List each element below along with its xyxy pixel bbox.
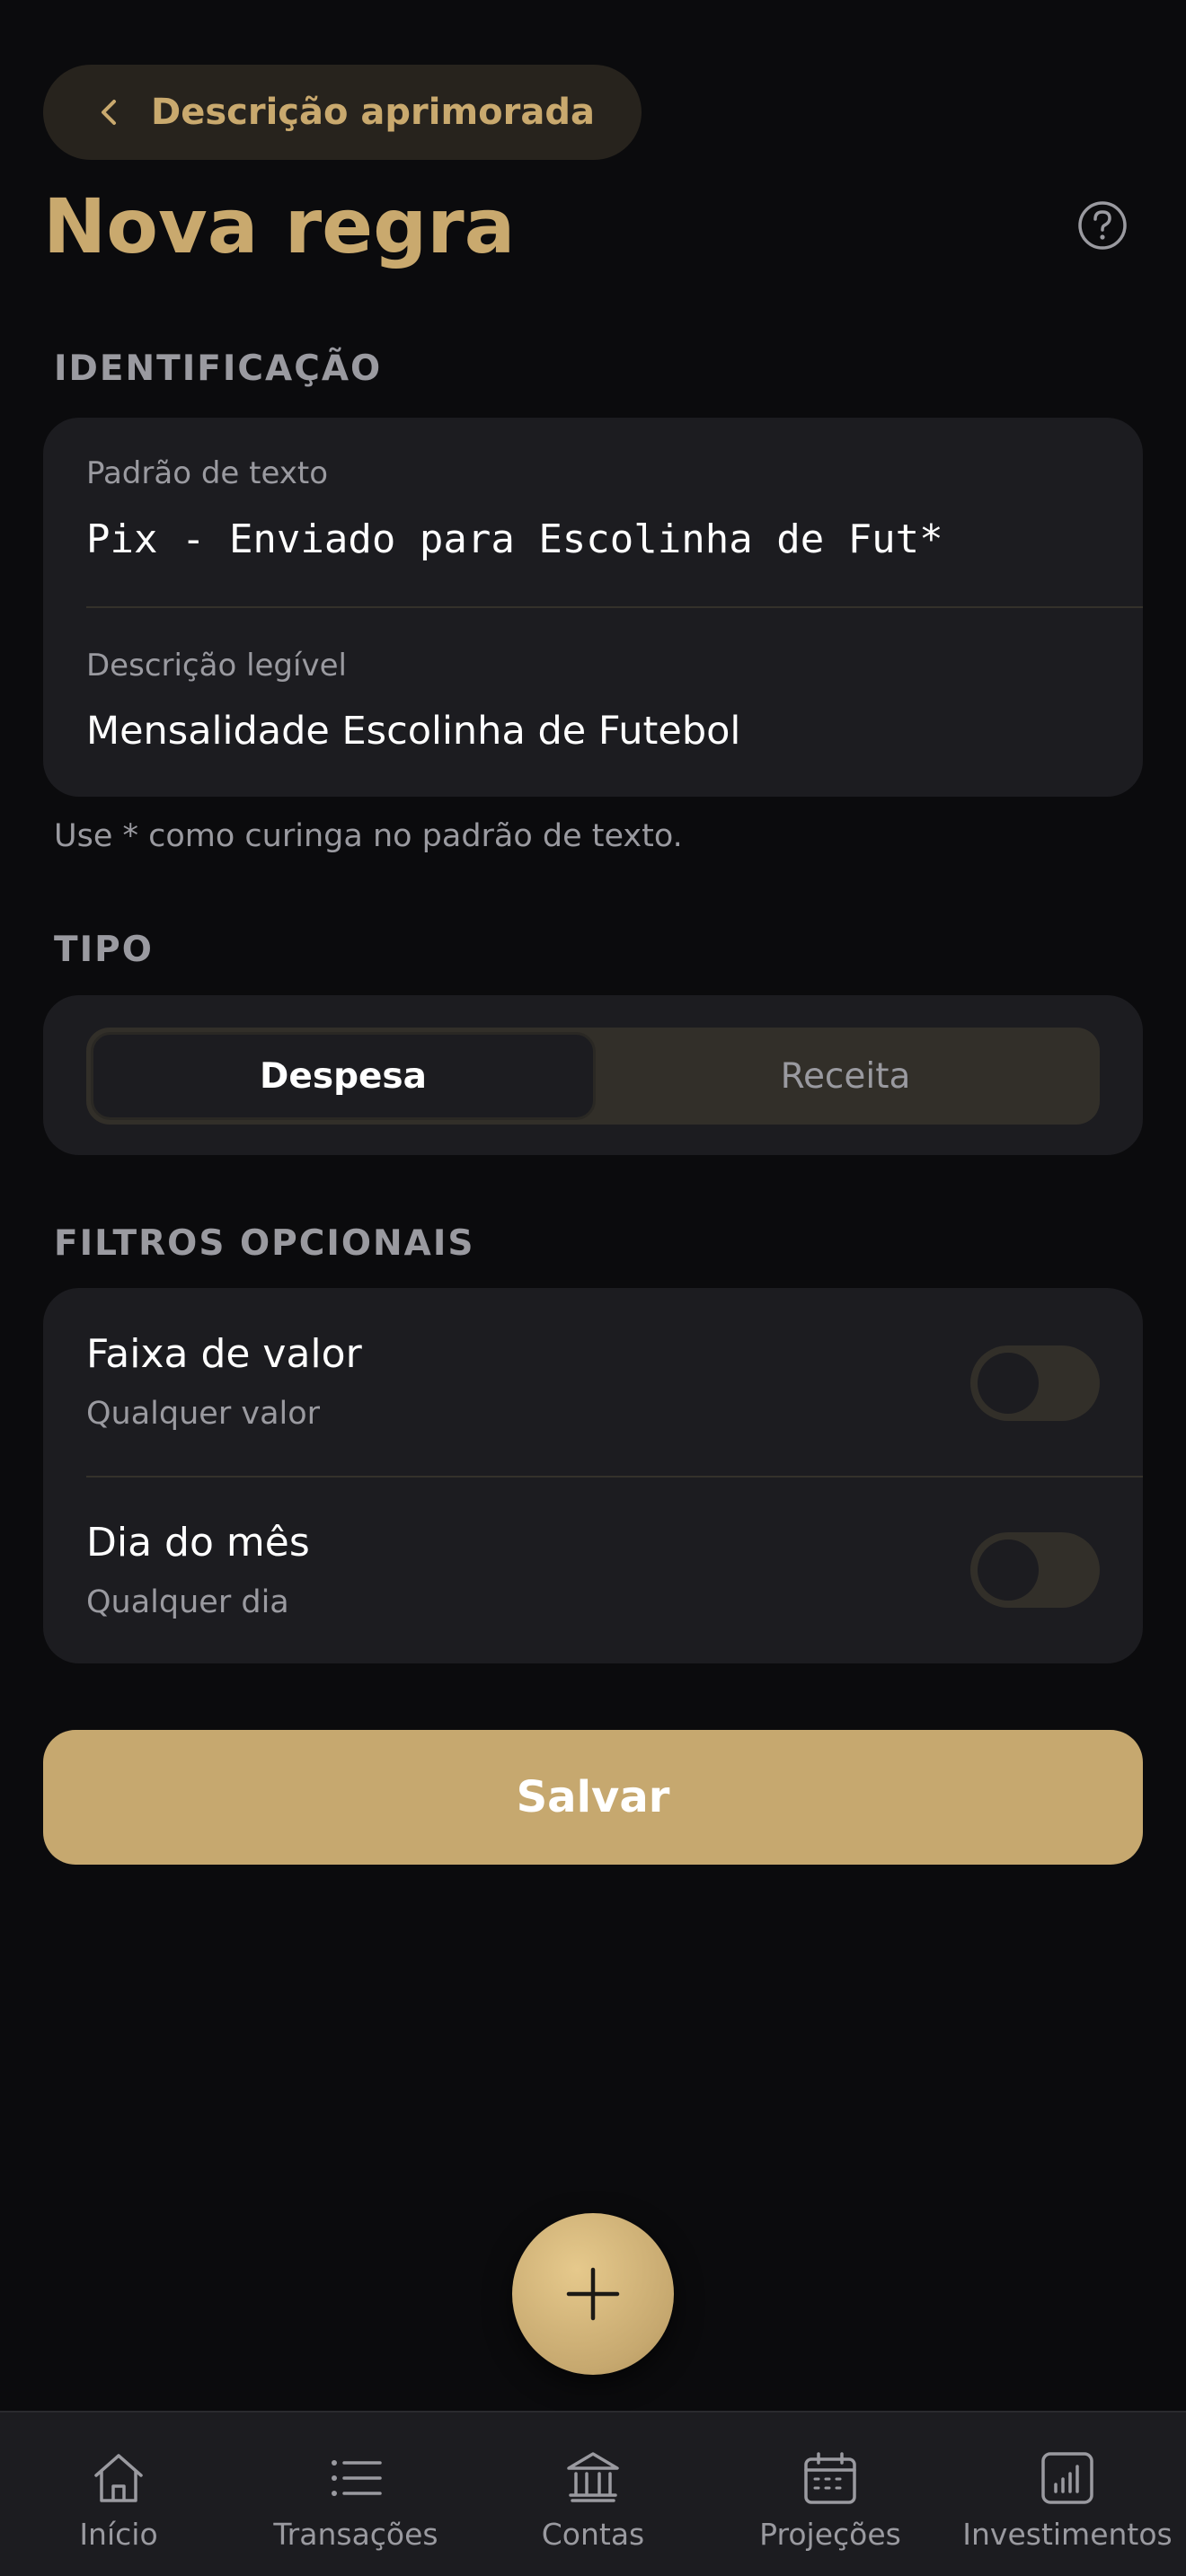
tab-label: Projeções [759,2517,901,2552]
day-of-month-toggle[interactable] [970,1532,1100,1608]
section-label-identification: IDENTIFICAÇÃO [54,348,383,389]
pattern-field[interactable]: Pix - Enviado para Escolinha de Fut* [86,516,943,562]
tab-label: Contas [541,2517,645,2552]
type-segmented-control: Despesa Receita [86,1028,1100,1125]
segment-receita[interactable]: Receita [596,1032,1095,1120]
toggle-knob [978,1353,1039,1414]
add-button[interactable] [512,2213,674,2375]
section-label-filters: FILTROS OPCIONAIS [54,1223,475,1264]
home-icon [94,2454,143,2502]
identification-card: Padrão de texto Pix - Enviado para Escol… [43,418,1143,797]
pattern-field-label: Padrão de texto [86,455,329,491]
tab-label: Transações [273,2517,438,2552]
calendar-icon [804,2452,856,2504]
page-title: Nova regra [43,182,516,270]
divider [86,1476,1143,1478]
type-card: Despesa Receita [43,995,1143,1155]
tab-contas[interactable]: Contas [474,2413,712,2576]
wildcard-hint: Use * como curinga no padrão de texto. [54,818,683,854]
tab-inicio[interactable]: Início [0,2413,237,2576]
filter-value-range-title: Faixa de valor [86,1331,362,1377]
filter-value-range-subtitle: Qualquer valor [86,1396,321,1432]
back-button-label: Descrição aprimorada [151,92,595,133]
list-icon [332,2460,382,2496]
tab-projecoes[interactable]: Projeções [712,2413,949,2576]
bank-icon [567,2452,619,2502]
screen: Descrição aprimorada Nova regra IDENTIFI… [0,0,1186,2576]
back-button[interactable]: Descrição aprimorada [43,65,642,160]
toggle-knob [978,1539,1039,1601]
chevron-left-icon [90,93,129,132]
filter-day-of-month-subtitle: Qualquer dia [86,1584,289,1620]
bottom-tab-bar: Início Transações Contas Projeções Inves… [0,2411,1186,2576]
tab-label: Início [79,2517,158,2552]
tab-transacoes[interactable]: Transações [237,2413,474,2576]
save-button[interactable]: Salvar [43,1730,1143,1865]
section-label-type: TIPO [54,930,154,970]
tab-label: Investimentos [962,2517,1173,2552]
plus-icon [566,2267,620,2321]
description-field[interactable]: Mensalidade Escolinha de Futebol [86,709,740,754]
filters-card: Faixa de valor Qualquer valor Dia do mês… [43,1288,1143,1663]
description-field-label: Descrição legível [86,648,347,684]
divider [86,606,1143,608]
value-range-toggle[interactable] [970,1345,1100,1421]
help-icon[interactable] [1076,199,1128,251]
tab-investimentos[interactable]: Investimentos [949,2413,1186,2576]
segment-despesa[interactable]: Despesa [91,1032,596,1120]
chart-icon [1041,2452,1093,2504]
filter-day-of-month-title: Dia do mês [86,1520,310,1566]
